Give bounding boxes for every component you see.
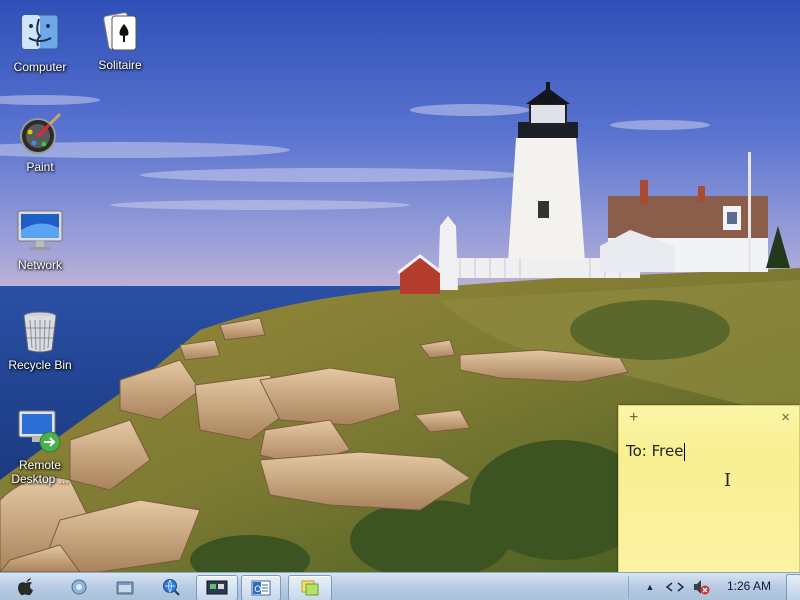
taskbar: O ▲ 1:26 AM [0,572,800,600]
network-arrows-icon [666,582,684,592]
remote-desktop-app-icon [206,580,228,595]
tray-volume-button[interactable] [690,575,712,599]
desktop-icon-label: Remote Desktop ... [11,458,69,486]
desktop-icon-label: Solitaire [98,58,142,72]
paint-palette-icon [16,110,64,158]
computer-finder-icon [16,10,64,58]
desktop-icon-label: Computer [13,60,67,74]
sticky-notes-app-icon [301,580,319,596]
desktop-icon-solitaire[interactable]: Solitaire [80,8,160,72]
svg-text:O: O [254,585,261,595]
sticky-note-text-area[interactable]: To: Free [626,442,686,461]
volume-muted-icon [694,580,710,595]
desktop-icon-computer[interactable]: Computer [0,10,80,74]
taskbar-app-sticky-notes[interactable] [288,575,332,600]
outlook-app-icon: O [251,580,271,596]
taskbar-app-remote-desktop[interactable] [196,575,238,600]
apple-start-icon [18,578,33,596]
quick-launch-folder[interactable] [112,575,138,599]
quick-launch-globe[interactable] [158,575,184,599]
globe-search-icon [163,579,180,596]
close-note-button[interactable]: × [781,409,790,426]
desktop-icon-recycle-bin[interactable]: Recycle Bin [0,308,80,372]
text-caret [684,442,686,461]
start-button[interactable] [12,575,40,599]
show-hidden-icons-button[interactable]: ▲ [642,575,658,599]
taskbar-app-outlook[interactable]: O [241,575,281,600]
solitaire-cards-icon [96,8,144,56]
network-monitor-icon [16,208,64,256]
folder-icon [116,581,134,595]
desktop-icon-label: Recycle Bin [8,358,72,372]
quick-launch-browser[interactable] [66,575,92,599]
remote-desktop-icon [16,408,64,456]
show-desktop-button[interactable] [786,574,800,600]
add-note-button[interactable]: + [629,409,638,427]
ibeam-cursor-icon: I [724,470,732,491]
sticky-note[interactable]: + × To: Free I [618,405,800,573]
desktop-icon-remote-desktop[interactable]: Remote Desktop ... [0,408,80,486]
taskbar-clock[interactable]: 1:26 AM [718,579,780,593]
tray-separator [628,576,629,598]
browser-icon [71,579,87,595]
desktop-icon-label: Network [17,258,62,272]
recycle-bin-icon [16,308,64,356]
sticky-note-header[interactable]: + × [619,406,799,430]
desktop-icon-label: Paint [26,160,54,174]
sticky-note-text: To: Free [626,442,684,460]
desktop-icon-paint[interactable]: Paint [0,110,80,174]
tray-network-button[interactable] [664,575,686,599]
desktop-icon-network[interactable]: Network [0,208,80,272]
